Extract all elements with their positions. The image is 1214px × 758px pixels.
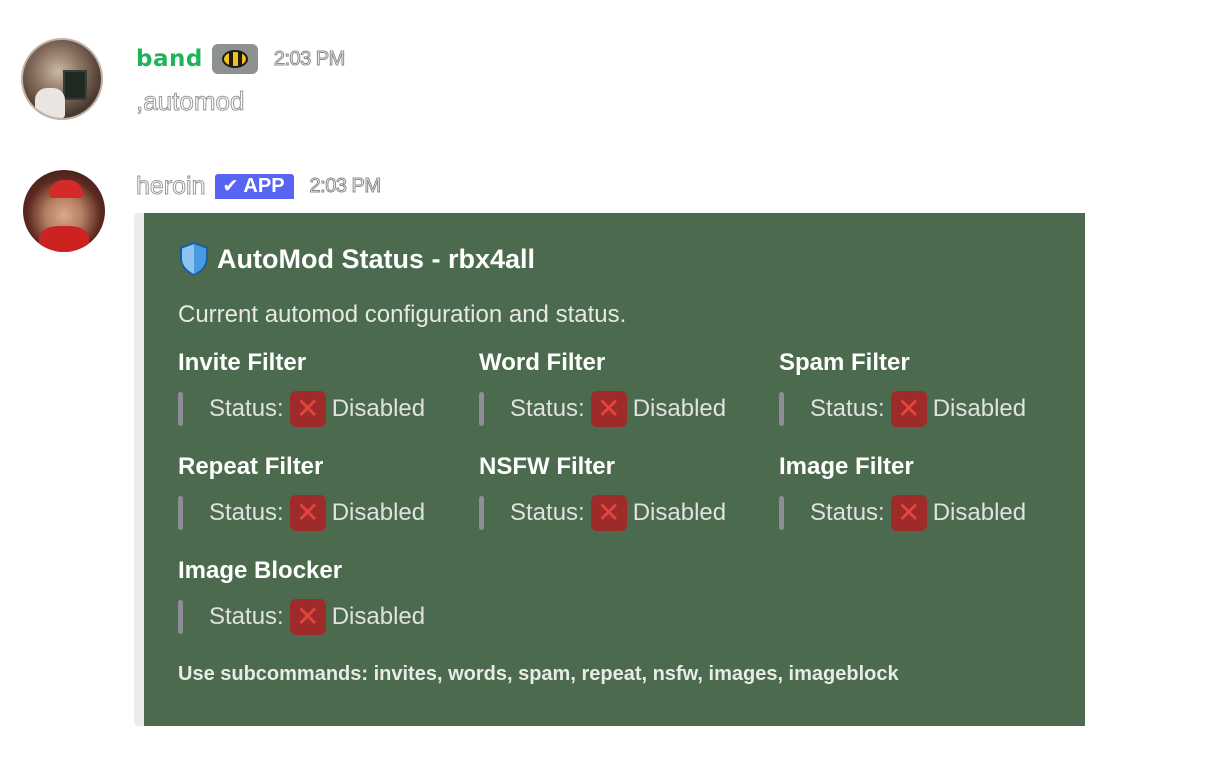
message-header: heroin ✔ APP 2:03 PM <box>136 172 382 201</box>
username[interactable]: heroin <box>136 172 206 201</box>
field-value: Status: ✕ Disabled <box>178 599 478 635</box>
avatar[interactable] <box>23 170 105 252</box>
field-value: Status: ✕ Disabled <box>479 391 779 427</box>
message-content: ,automod <box>135 86 245 117</box>
checkmark-icon: ✔ <box>222 176 239 197</box>
status-label: Status: <box>209 499 284 526</box>
shield-icon <box>180 242 208 276</box>
bee-icon[interactable] <box>211 44 258 74</box>
status-label: Status: <box>209 395 284 422</box>
embed-field: Spam Filter Status: ✕ Disabled <box>779 349 1079 427</box>
field-value: Status: ✕ Disabled <box>779 495 1079 531</box>
embed-field: Repeat Filter Status: ✕ Disabled <box>178 453 478 531</box>
status-value: Disabled <box>632 395 727 422</box>
field-name: Spam Filter <box>779 349 910 376</box>
field-name: Word Filter <box>479 349 606 376</box>
cross-mark-icon: ✕ <box>289 495 326 531</box>
embed-field: Invite Filter Status: ✕ Disabled <box>178 349 478 427</box>
embed-title-text: AutoMod Status - rbx4all <box>217 243 536 274</box>
blockquote-bar <box>479 392 484 426</box>
status-value: Disabled <box>331 603 426 630</box>
cross-mark-icon: ✕ <box>590 495 627 531</box>
embed-footer: Use subcommands: invites, words, spam, r… <box>178 663 899 685</box>
status-value: Disabled <box>632 499 727 526</box>
blockquote-bar <box>178 496 183 530</box>
embed-field: Word Filter Status: ✕ Disabled <box>479 349 779 427</box>
blockquote-bar <box>178 392 183 426</box>
blockquote-bar <box>178 600 183 634</box>
field-value: Status: ✕ Disabled <box>178 495 478 531</box>
embed: AutoMod Status - rbx4all Current automod… <box>134 213 1085 726</box>
blockquote-bar <box>779 392 784 426</box>
status-value: Disabled <box>932 499 1027 526</box>
cross-mark-icon: ✕ <box>590 391 627 427</box>
username[interactable]: band <box>136 46 203 72</box>
embed-field: Image Filter Status: ✕ Disabled <box>779 453 1079 531</box>
chat-messages: band 2:03 PM ,automod heroin ✔ APP 2:03 … <box>0 0 1214 758</box>
field-value: Status: ✕ Disabled <box>779 391 1079 427</box>
status-label: Status: <box>810 499 885 526</box>
status-label: Status: <box>810 395 885 422</box>
field-value: Status: ✕ Disabled <box>479 495 779 531</box>
status-label: Status: <box>510 395 585 422</box>
timestamp: 2:03 PM <box>309 175 381 198</box>
status-value: Disabled <box>331 395 426 422</box>
cross-mark-icon: ✕ <box>890 495 927 531</box>
field-name: Image Filter <box>779 453 914 480</box>
field-name: Image Blocker <box>178 557 343 584</box>
field-name: NSFW Filter <box>479 453 615 480</box>
status-value: Disabled <box>932 395 1027 422</box>
cross-mark-icon: ✕ <box>289 391 326 427</box>
embed-description: Current automod configuration and status… <box>178 301 627 328</box>
field-name: Repeat Filter <box>178 453 324 480</box>
field-name: Invite Filter <box>178 349 307 376</box>
blockquote-bar <box>479 496 484 530</box>
embed-field: NSFW Filter Status: ✕ Disabled <box>479 453 779 531</box>
embed-field: Image Blocker Status: ✕ Disabled <box>178 557 478 635</box>
timestamp: 2:03 PM <box>273 47 345 70</box>
app-badge: ✔ APP <box>214 174 294 199</box>
message-header: band 2:03 PM <box>136 44 346 74</box>
embed-title: AutoMod Status - rbx4all <box>178 241 535 277</box>
app-badge-label: APP <box>243 175 285 197</box>
status-label: Status: <box>209 603 284 630</box>
status-value: Disabled <box>331 499 426 526</box>
status-label: Status: <box>510 499 585 526</box>
field-value: Status: ✕ Disabled <box>178 391 478 427</box>
cross-mark-icon: ✕ <box>890 391 927 427</box>
cross-mark-icon: ✕ <box>289 599 326 635</box>
blockquote-bar <box>779 496 784 530</box>
avatar[interactable] <box>21 38 103 120</box>
